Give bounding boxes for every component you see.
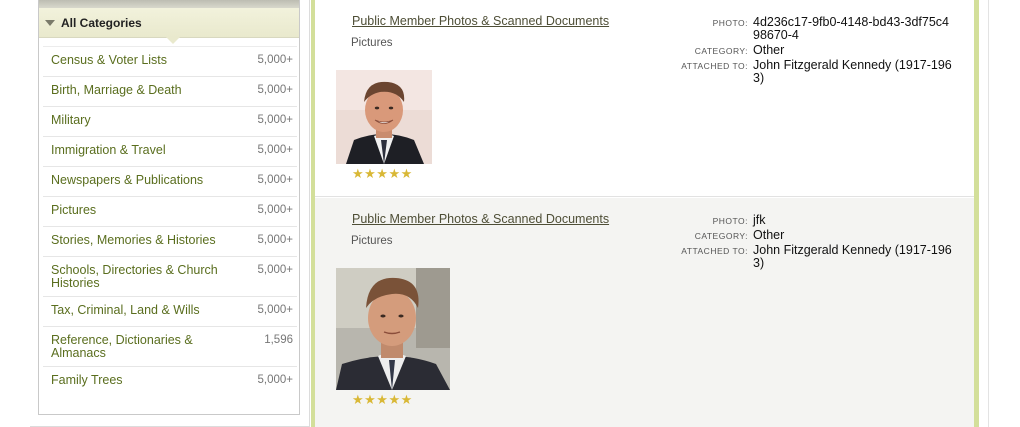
category-item-stories[interactable]: Stories, Memories & Histories 5,000+ (43, 226, 297, 256)
record-subtitle: Pictures (351, 235, 393, 247)
page-divider (988, 0, 989, 427)
main-right-border (974, 0, 979, 427)
panel-top-strip (39, 0, 299, 8)
category-count: 5,000+ (257, 304, 294, 316)
meta-row-attached: ATTACHED TO: John Fitzgerald Kennedy (19… (675, 59, 965, 85)
category-label[interactable]: Stories, Memories & Histories (51, 234, 216, 247)
meta-label: PHOTO: (712, 18, 748, 28)
category-label[interactable]: Immigration & Travel (51, 144, 166, 157)
meta-value-attached-to: John Fitzgerald Kennedy (1917-1963) (753, 58, 952, 85)
category-label[interactable]: Birth, Marriage & Death (51, 84, 182, 97)
category-list: Census & Voter Lists 5,000+ Birth, Marri… (43, 46, 297, 396)
category-item-family-trees[interactable]: Family Trees 5,000+ (43, 366, 297, 396)
category-item-census[interactable]: Census & Voter Lists 5,000+ (43, 46, 297, 76)
category-item-newspapers[interactable]: Newspapers & Publications 5,000+ (43, 166, 297, 196)
meta-value-photo-id: 4d236c17-9fb0-4148-bd43-3df75c498670-4 (753, 15, 949, 42)
meta-row-category: CATEGORY: Other (675, 44, 965, 57)
category-item-tax-criminal[interactable]: Tax, Criminal, Land & Wills 5,000+ (43, 296, 297, 326)
record-photo-thumbnail[interactable] (336, 268, 450, 390)
star-rating: ★★★★★ (352, 166, 413, 181)
meta-row-category: CATEGORY: Other (675, 229, 965, 242)
category-count: 5,000+ (257, 234, 294, 246)
category-count: 5,000+ (257, 374, 294, 386)
meta-value-photo-id: jfk (753, 213, 766, 227)
meta-row-attached: ATTACHED TO: John Fitzgerald Kennedy (19… (675, 244, 965, 270)
record-title-link[interactable]: Public Member Photos & Scanned Documents (352, 14, 609, 28)
meta-row-photo: PHOTO: jfk (675, 214, 965, 227)
meta-label: ATTACHED TO: (681, 246, 748, 256)
meta-value-attached-to: John Fitzgerald Kennedy (1917-1963) (753, 243, 952, 270)
record-title-link[interactable]: Public Member Photos & Scanned Documents (352, 212, 609, 226)
category-label[interactable]: Newspapers & Publications (51, 174, 203, 187)
meta-label: CATEGORY: (694, 231, 748, 241)
category-count: 5,000+ (257, 84, 294, 96)
meta-value-category: Other (753, 43, 785, 57)
category-label[interactable]: Family Trees (51, 374, 123, 387)
all-categories-label: All Categories (61, 15, 142, 30)
category-count: 5,000+ (257, 54, 294, 66)
category-label[interactable]: Census & Voter Lists (51, 54, 167, 67)
category-item-birth-marriage-death[interactable]: Birth, Marriage & Death 5,000+ (43, 76, 297, 106)
caret-down-icon (45, 19, 55, 26)
record-subtitle: Pictures (351, 37, 393, 49)
star-rating: ★★★★★ (352, 392, 413, 407)
header-notch (166, 37, 180, 44)
category-count: 5,000+ (257, 174, 294, 186)
category-count: 5,000+ (257, 264, 294, 276)
meta-row-photo: PHOTO: 4d236c17-9fb0-4148-bd43-3df75c498… (675, 16, 965, 42)
category-label[interactable]: Military (51, 114, 91, 127)
all-categories-header[interactable]: All Categories (39, 8, 299, 38)
category-item-schools[interactable]: Schools, Directories & Church Histories … (43, 256, 297, 296)
meta-label: PHOTO: (712, 216, 748, 226)
record-metadata: PHOTO: jfk CATEGORY: Other ATTACHED TO: … (675, 214, 965, 272)
category-item-immigration[interactable]: Immigration & Travel 5,000+ (43, 136, 297, 166)
meta-label: ATTACHED TO: (681, 61, 748, 71)
record-photo-thumbnail[interactable] (336, 70, 432, 164)
category-count: 1,596 (264, 334, 293, 346)
category-panel: All Categories Census & Voter Lists 5,00… (38, 0, 300, 415)
sidebar: All Categories Census & Voter Lists 5,00… (30, 0, 310, 427)
category-item-military[interactable]: Military 5,000+ (43, 106, 297, 136)
category-count: 5,000+ (257, 114, 294, 126)
portrait-image (336, 268, 450, 390)
category-label[interactable]: Reference, Dictionaries & Almanacs (51, 334, 231, 360)
portrait-image (336, 70, 432, 164)
record-metadata: PHOTO: 4d236c17-9fb0-4148-bd43-3df75c498… (675, 16, 965, 87)
search-result-record: Public Member Photos & Scanned Documents… (315, 0, 974, 197)
category-label[interactable]: Tax, Criminal, Land & Wills (51, 304, 200, 317)
category-label[interactable]: Pictures (51, 204, 96, 217)
category-item-reference[interactable]: Reference, Dictionaries & Almanacs 1,596 (43, 326, 297, 366)
search-result-record: Public Member Photos & Scanned Documents… (315, 198, 974, 427)
meta-value-category: Other (753, 228, 785, 242)
category-label[interactable]: Schools, Directories & Church Histories (51, 264, 231, 290)
category-count: 5,000+ (257, 204, 294, 216)
category-count: 5,000+ (257, 144, 294, 156)
meta-label: CATEGORY: (694, 46, 748, 56)
category-item-pictures[interactable]: Pictures 5,000+ (43, 196, 297, 226)
